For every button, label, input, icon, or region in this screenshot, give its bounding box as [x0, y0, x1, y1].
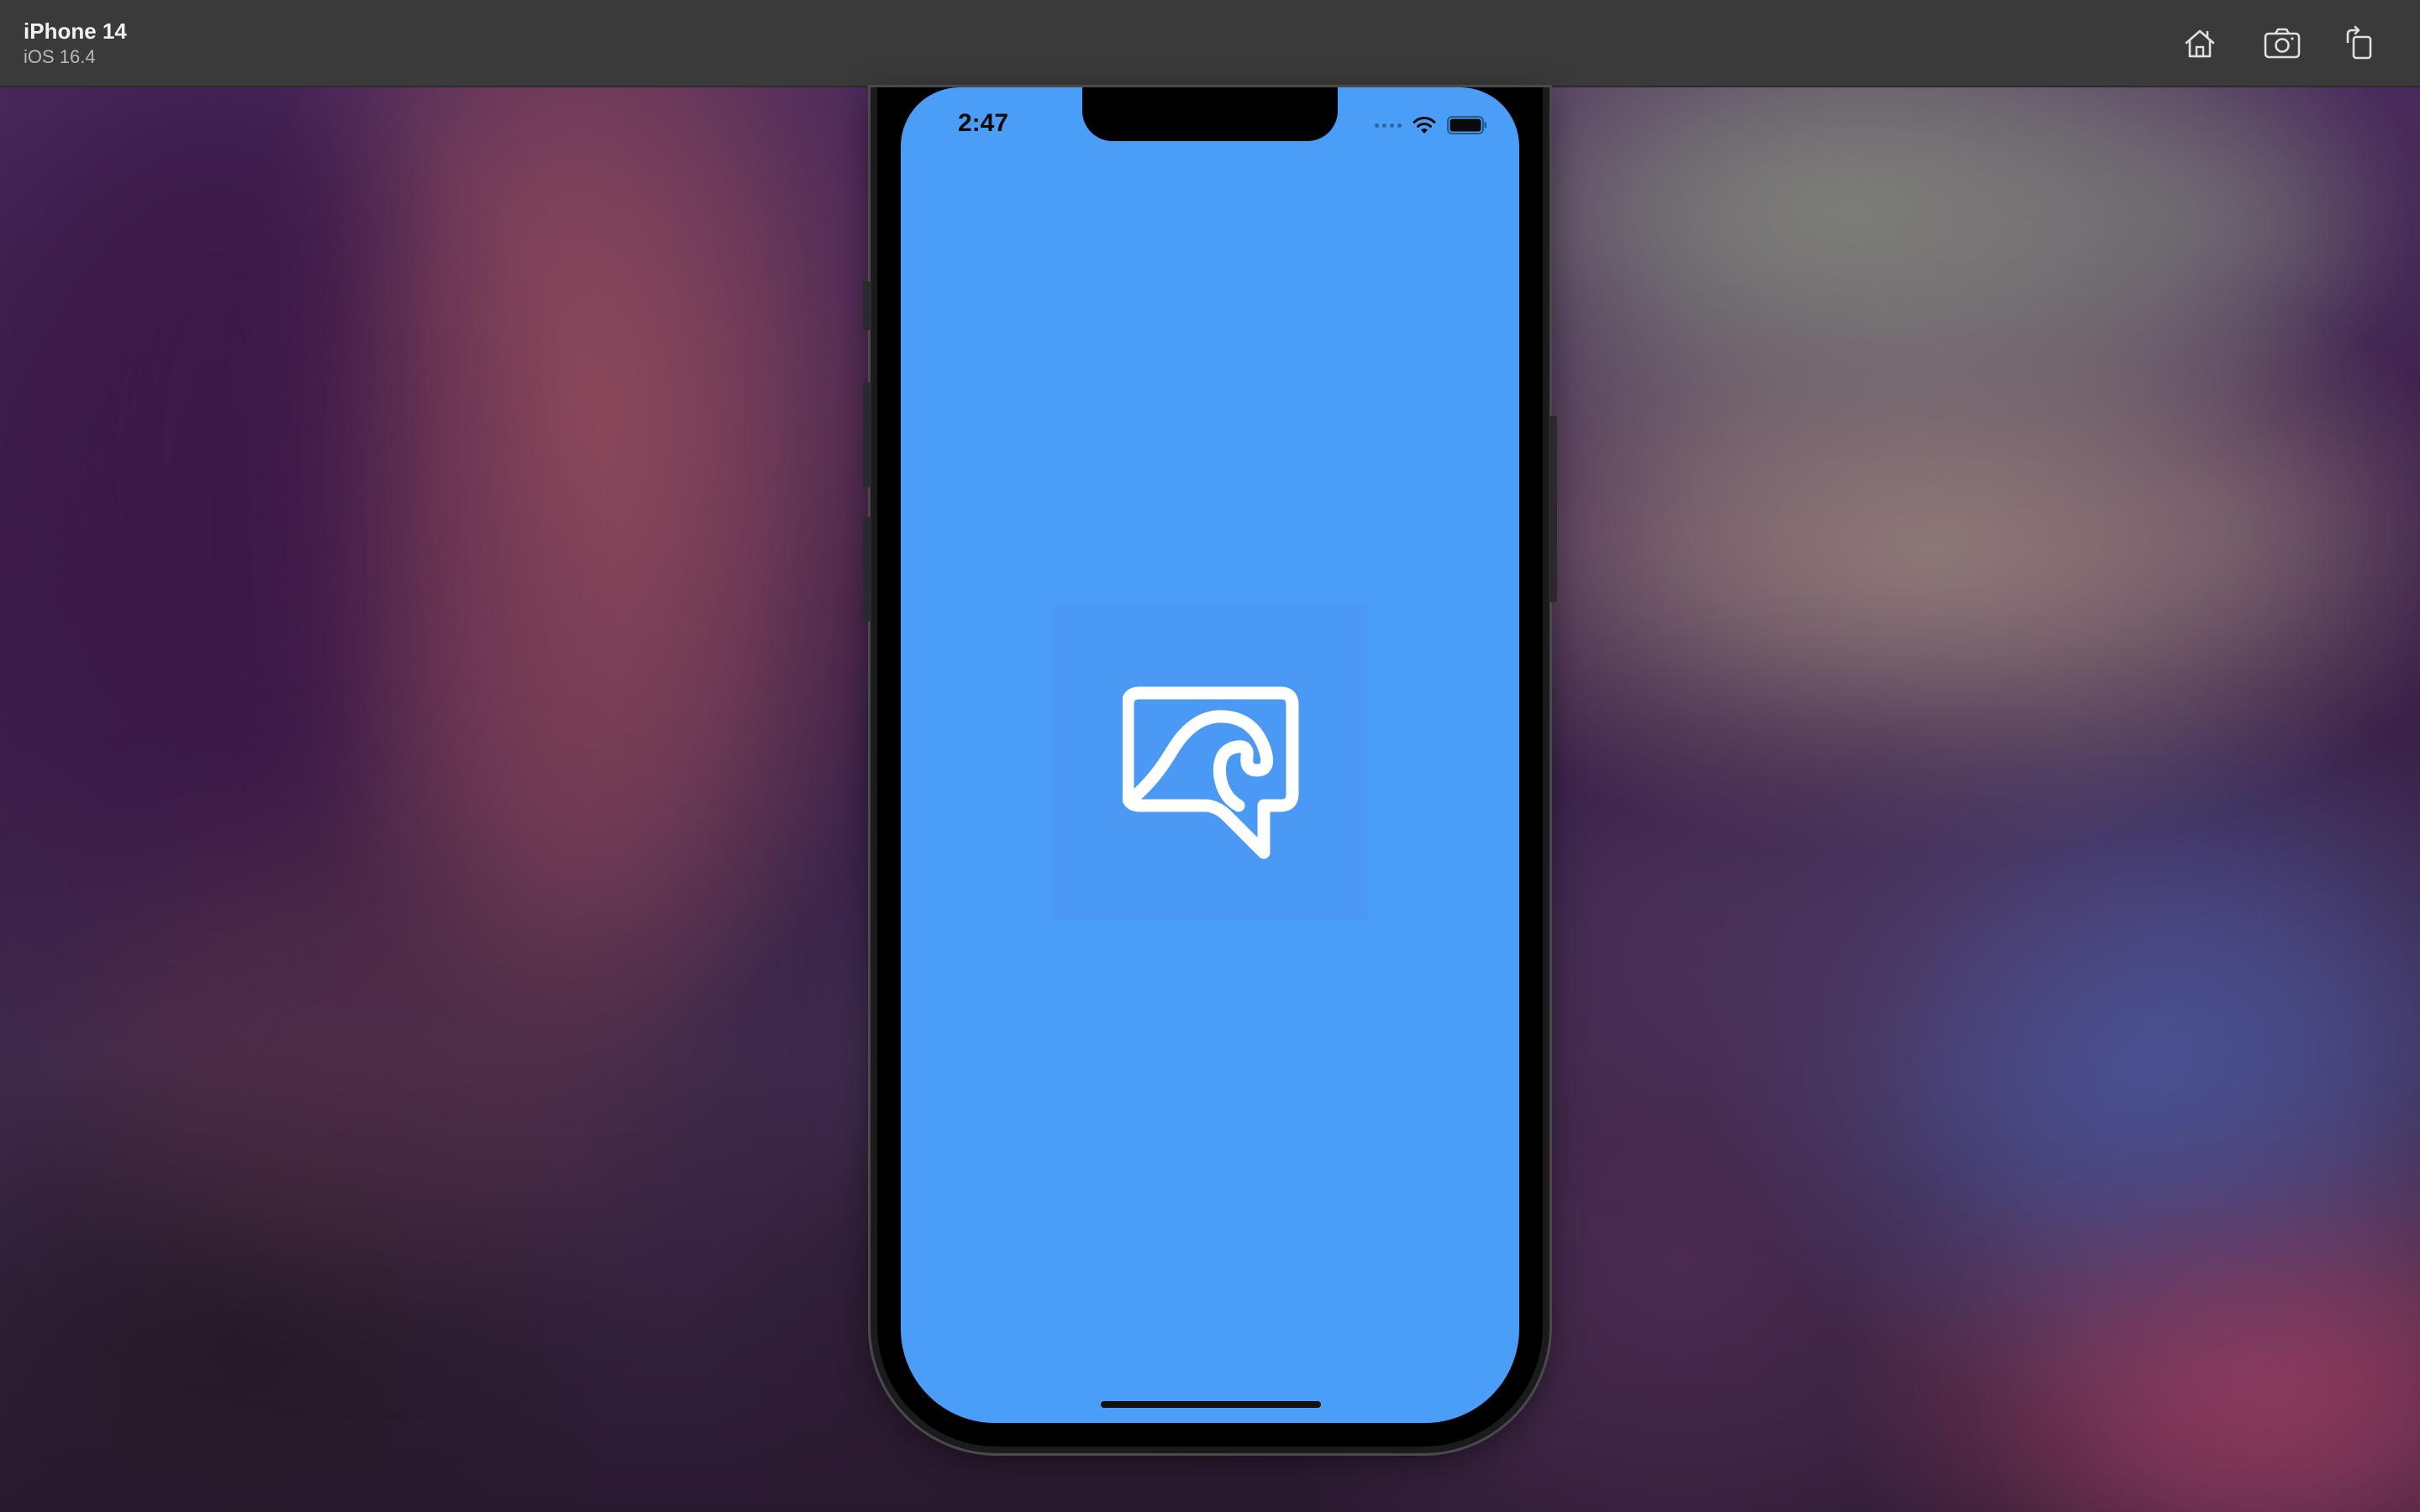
screenshot-button[interactable] [2260, 22, 2304, 66]
device-name: iPhone 14 [24, 18, 127, 44]
home-indicator[interactable] [1101, 1401, 1321, 1408]
wifi-icon [1413, 117, 1436, 134]
status-time: 2:47 [958, 109, 1009, 137]
camera-icon [2264, 28, 2301, 59]
home-button[interactable] [2178, 22, 2222, 66]
app-logo-icon [1123, 686, 1299, 859]
rotate-button[interactable] [2338, 22, 2381, 66]
status-icons [1375, 116, 1487, 134]
simulator-titlebar: iPhone 14 iOS 16.4 [0, 0, 2420, 87]
volume-up-button[interactable] [863, 382, 871, 487]
home-icon [2185, 29, 2215, 58]
cellular-dots-icon [1375, 123, 1402, 128]
volume-down-button[interactable] [863, 517, 871, 622]
rotate-icon [2346, 25, 2372, 60]
mute-switch[interactable] [863, 281, 871, 330]
battery-icon [1447, 116, 1486, 134]
power-button[interactable] [1549, 416, 1557, 602]
phone-screen[interactable]: 2:47 [901, 87, 1519, 1423]
notch [1082, 87, 1338, 141]
os-version: iOS 16.4 [24, 46, 96, 67]
